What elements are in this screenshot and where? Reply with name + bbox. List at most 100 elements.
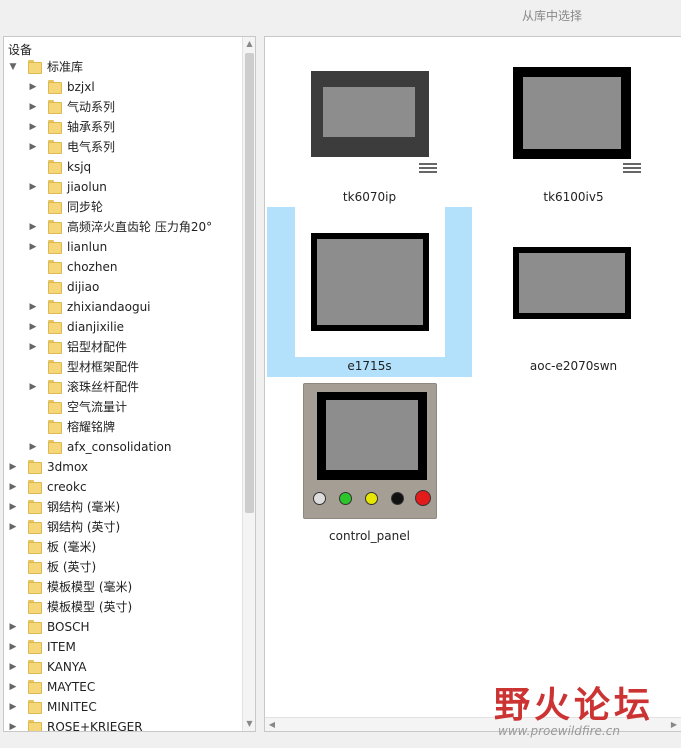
collapsed-arrow-icon[interactable]: ▶	[8, 617, 18, 637]
collapsed-arrow-icon[interactable]: ▶	[8, 677, 18, 697]
watermark-url: www.proewildfire.cn	[498, 724, 620, 738]
tree-item-label: 同步轮	[67, 200, 104, 214]
folder-icon	[28, 520, 42, 534]
tree-item[interactable]: ▶ BOSCH	[4, 617, 240, 637]
tree-item[interactable]: ▶ jiaolun	[4, 177, 240, 197]
folder-icon	[48, 240, 62, 254]
preview-item-tk6100iv5[interactable]: tk6100iv5	[471, 37, 676, 207]
tree-item[interactable]: ▶ MAYTEC	[4, 677, 240, 697]
collapsed-arrow-icon[interactable]: ▶	[28, 117, 38, 137]
tree-item-label: 模板模型 (英寸)	[47, 600, 133, 614]
tree-item[interactable]: ksjq	[4, 157, 240, 177]
selector-knob-icon	[313, 492, 326, 505]
tree-item-label: ITEM	[47, 640, 76, 654]
window-title: 从库中选择	[522, 9, 583, 23]
tree-item[interactable]: chozhen	[4, 257, 240, 277]
tree-item[interactable]: ▶ ROSE+KRIEGER	[4, 717, 240, 731]
tree-item[interactable]: 板 (毫米)	[4, 537, 240, 557]
folder-icon	[48, 320, 62, 334]
folder-icon	[48, 140, 62, 154]
tree-item-label: 榕耀铭牌	[67, 420, 116, 434]
red-emergency-button-icon	[415, 490, 431, 506]
tree-item[interactable]: 榕耀铭牌	[4, 417, 240, 437]
tree-item-label: chozhen	[67, 260, 118, 274]
folder-icon	[28, 660, 42, 674]
collapsed-arrow-icon[interactable]: ▶	[28, 177, 38, 197]
collapsed-arrow-icon[interactable]: ▶	[8, 497, 18, 517]
collapsed-arrow-icon[interactable]: ▶	[8, 697, 18, 717]
tree-item[interactable]: 模板模型 (英寸)	[4, 597, 240, 617]
preview-item-e1715s[interactable]: e1715s	[267, 207, 472, 377]
collapsed-arrow-icon[interactable]: ▶	[8, 477, 18, 497]
collapsed-arrow-icon[interactable]: ▶	[8, 657, 18, 677]
preview-panel[interactable]: tk6070ip tk6100iv5 e1715s aoc-e2070swn c…	[264, 36, 681, 732]
collapsed-arrow-icon[interactable]: ▶	[28, 337, 38, 357]
tree-item[interactable]: ▶ 电气系列	[4, 137, 240, 157]
tree-item-label: 气动系列	[67, 100, 116, 114]
tree-vertical-scrollbar[interactable]: ▲ ▼	[242, 37, 255, 731]
collapsed-arrow-icon[interactable]: ▶	[28, 237, 38, 257]
panel-display-screen	[326, 400, 418, 470]
tree-item[interactable]: ▶ 高频淬火直齿轮 压力角20°	[4, 217, 240, 237]
preview-item-aoc-e2070swn[interactable]: aoc-e2070swn	[471, 207, 676, 377]
tree-item-label: KANYA	[47, 660, 87, 674]
tree-item[interactable]: 板 (英寸)	[4, 557, 240, 577]
scroll-up-arrow-icon[interactable]: ▲	[243, 37, 255, 51]
preview-item-tk6070ip[interactable]: tk6070ip	[267, 37, 472, 207]
tree-item[interactable]: ▶ MINITEC	[4, 697, 240, 717]
tree-item-label: 标准库	[47, 60, 84, 74]
tree-item[interactable]: dijiao	[4, 277, 240, 297]
tree-item[interactable]: ▶ 3dmox	[4, 457, 240, 477]
tree-item[interactable]: ▶ 气动系列	[4, 97, 240, 117]
collapsed-arrow-icon[interactable]: ▶	[28, 77, 38, 97]
collapsed-arrow-icon[interactable]: ▶	[8, 517, 18, 537]
tree-item[interactable]: ▶ afx_consolidation	[4, 437, 240, 457]
tree-item[interactable]: ▶ 轴承系列	[4, 117, 240, 137]
item-caption: tk6070ip	[342, 190, 397, 204]
folder-icon	[48, 200, 62, 214]
collapsed-arrow-icon[interactable]: ▶	[28, 297, 38, 317]
folder-icon	[28, 500, 42, 514]
tree-item[interactable]: ▶ bzjxl	[4, 77, 240, 97]
tree-item[interactable]: ▶ KANYA	[4, 657, 240, 677]
tree-item-label: 钢结构 (毫米)	[47, 500, 121, 514]
collapsed-arrow-icon[interactable]: ▶	[28, 97, 38, 117]
tree-item[interactable]: 模板模型 (毫米)	[4, 577, 240, 597]
collapsed-arrow-icon[interactable]: ▶	[8, 637, 18, 657]
tree-item[interactable]: ▼ 标准库	[4, 57, 240, 77]
tree-item[interactable]: 型材框架配件	[4, 357, 240, 377]
tree-item[interactable]: ▶ 铝型材配件	[4, 337, 240, 357]
tree-root-label[interactable]: 设备	[8, 41, 32, 58]
collapsed-arrow-icon[interactable]: ▶	[28, 137, 38, 157]
tree-item[interactable]: ▶ 钢结构 (毫米)	[4, 497, 240, 517]
collapsed-arrow-icon[interactable]: ▶	[28, 437, 38, 457]
tree-item[interactable]: ▶ zhixiandaogui	[4, 297, 240, 317]
tree-item[interactable]: ▶ dianjixilie	[4, 317, 240, 337]
preview-item-control-panel[interactable]: control_panel	[267, 377, 472, 547]
tree-item[interactable]: ▶ 钢结构 (英寸)	[4, 517, 240, 537]
tree-item[interactable]: ▶ lianlun	[4, 237, 240, 257]
library-tree: ▼ 标准库 ▶ bzjxl ▶ 气动系列 ▶ 轴承系列 ▶ 电气系列 ksjq ▶ jiaolun 同步轮…	[4, 57, 240, 731]
tree-item[interactable]: 空气流量计	[4, 397, 240, 417]
collapsed-arrow-icon[interactable]: ▶	[28, 377, 38, 397]
library-tree-panel[interactable]: 设备 ▼ 标准库 ▶ bzjxl ▶ 气动系列 ▶ 轴承系列 ▶ 电气系列 ksjq ▶ jiaolun…	[3, 36, 256, 732]
scroll-thumb[interactable]	[245, 53, 254, 513]
tree-item[interactable]: 同步轮	[4, 197, 240, 217]
collapsed-arrow-icon[interactable]: ▶	[8, 717, 18, 731]
black-button-icon	[391, 492, 404, 505]
scroll-left-arrow-icon[interactable]: ◀	[265, 718, 279, 731]
collapsed-arrow-icon[interactable]: ▶	[28, 317, 38, 337]
collapsed-arrow-icon[interactable]: ▶	[28, 217, 38, 237]
folder-icon	[28, 720, 42, 731]
collapsed-arrow-icon[interactable]: ▶	[8, 457, 18, 477]
tree-item[interactable]: ▶ creokc	[4, 477, 240, 497]
folder-icon	[28, 460, 42, 474]
list-icon	[419, 163, 437, 175]
folder-icon	[28, 680, 42, 694]
expanded-arrow-icon[interactable]: ▼	[8, 57, 18, 77]
tree-item[interactable]: ▶ ITEM	[4, 637, 240, 657]
tree-item[interactable]: ▶ 滚珠丝杆配件	[4, 377, 240, 397]
scroll-down-arrow-icon[interactable]: ▼	[243, 717, 255, 731]
tree-item-label: 模板模型 (毫米)	[47, 580, 133, 594]
item-thumbnail	[499, 37, 649, 187]
